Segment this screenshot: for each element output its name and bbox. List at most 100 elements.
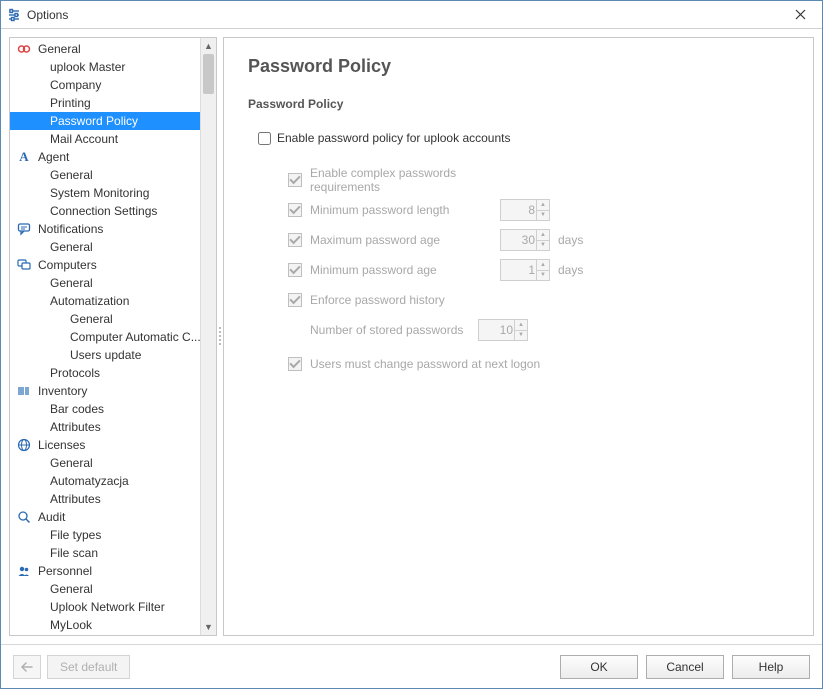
- tree-node-agent-general[interactable]: General: [10, 166, 200, 184]
- tree-label: Users update: [70, 348, 141, 362]
- tree-label: Attributes: [50, 492, 101, 506]
- tree-node-connection-settings[interactable]: Connection Settings: [10, 202, 200, 220]
- scroll-down-icon[interactable]: ▼: [201, 619, 216, 635]
- tree-node-licenses[interactable]: Licenses: [10, 436, 200, 454]
- tree-node-uplook-network-filter[interactable]: Uplook Network Filter: [10, 598, 200, 616]
- tree-label: Automatization: [50, 294, 129, 308]
- must-change-label: Users must change password at next logon: [310, 357, 540, 371]
- tree-node-personnel-general[interactable]: General: [10, 580, 200, 598]
- tree-label: General: [50, 168, 93, 182]
- tree-label: uplook Master: [50, 60, 125, 74]
- tree-node-mail-account[interactable]: Mail Account: [10, 130, 200, 148]
- stored-passwords-stepper: 10 ▲▼: [478, 319, 528, 341]
- tree-node-bar-codes[interactable]: Bar codes: [10, 400, 200, 418]
- tree-node-computers[interactable]: Computers: [10, 256, 200, 274]
- tree-scrollbar[interactable]: ▲ ▼: [200, 38, 216, 635]
- help-button[interactable]: Help: [732, 655, 810, 679]
- tree-node-licenses-general[interactable]: General: [10, 454, 200, 472]
- tree-node-password-policy[interactable]: Password Policy: [10, 112, 200, 130]
- ok-button[interactable]: OK: [560, 655, 638, 679]
- options-window: Options General uplook Master Company Pr…: [0, 0, 823, 689]
- tree-label: File scan: [50, 546, 98, 560]
- tree-node-automatization[interactable]: Automatization: [10, 292, 200, 310]
- tree-node-computer-automatic[interactable]: Computer Automatic C...: [10, 328, 200, 346]
- tree-label: File types: [50, 528, 101, 542]
- people-icon: [16, 563, 32, 579]
- tree-node-system-monitoring[interactable]: System Monitoring: [10, 184, 200, 202]
- checkbox-disabled-icon: [288, 173, 302, 187]
- min-age-value: 1: [528, 263, 535, 277]
- min-age-label: Minimum password age: [310, 263, 500, 277]
- checkbox-disabled-icon: [288, 293, 302, 307]
- tree-node-file-scan[interactable]: File scan: [10, 544, 200, 562]
- tree-label: Licenses: [38, 438, 85, 452]
- spinner-icon: ▲▼: [514, 320, 527, 340]
- tree-node-audit[interactable]: Audit: [10, 508, 200, 526]
- scroll-thumb[interactable]: [203, 54, 214, 94]
- window-title: Options: [27, 8, 68, 22]
- min-length-stepper: 8 ▲▼: [500, 199, 550, 221]
- tree-node-protocols[interactable]: Protocols: [10, 364, 200, 382]
- tree-label: Mail Account: [50, 132, 118, 146]
- globe-icon: [16, 437, 32, 453]
- enable-policy-input[interactable]: [258, 132, 271, 145]
- tree-node-inventory[interactable]: Inventory: [10, 382, 200, 400]
- cancel-button[interactable]: Cancel: [646, 655, 724, 679]
- tree-node-inventory-attributes[interactable]: Attributes: [10, 418, 200, 436]
- complex-passwords-row: Enable complex passwords requirements: [288, 165, 789, 195]
- tree-node-automatyzacja[interactable]: Automatyzacja: [10, 472, 200, 490]
- tree-node-file-types[interactable]: File types: [10, 526, 200, 544]
- tree-label: Attributes: [50, 420, 101, 434]
- tree-node-personnel[interactable]: Personnel: [10, 562, 200, 580]
- tree-node-auto-general[interactable]: General: [10, 310, 200, 328]
- tree-node-notifications[interactable]: Notifications: [10, 220, 200, 238]
- tree-node-users-update[interactable]: Users update: [10, 346, 200, 364]
- scroll-up-icon[interactable]: ▲: [201, 38, 216, 54]
- tree-label: General: [50, 582, 93, 596]
- tree-label: Bar codes: [50, 402, 104, 416]
- tree-node-licenses-attributes[interactable]: Attributes: [10, 490, 200, 508]
- checkbox-disabled-icon: [288, 263, 302, 277]
- tree-scroll[interactable]: General uplook Master Company Printing P…: [10, 38, 216, 635]
- close-icon[interactable]: [784, 4, 816, 26]
- tree-label: Company: [50, 78, 101, 92]
- enable-policy-checkbox[interactable]: Enable password policy for uplook accoun…: [258, 131, 789, 145]
- checkbox-disabled-icon: [288, 233, 302, 247]
- chat-icon: [16, 221, 32, 237]
- tree-label: Uplook Network Filter: [50, 600, 165, 614]
- checkbox-disabled-icon: [288, 203, 302, 217]
- stored-passwords-row: Number of stored passwords 10 ▲▼: [288, 315, 789, 345]
- tree-node-printing[interactable]: Printing: [10, 94, 200, 112]
- tree-label: Computers: [38, 258, 97, 272]
- tree-node-company[interactable]: Company: [10, 76, 200, 94]
- tree-label: Automatyzacja: [50, 474, 129, 488]
- stored-passwords-label: Number of stored passwords: [310, 323, 478, 337]
- section-label: Password Policy: [248, 97, 789, 111]
- policy-options-group: Enable complex passwords requirements Mi…: [288, 165, 789, 379]
- gear-icon: [16, 41, 32, 57]
- max-age-stepper: 30 ▲▼: [500, 229, 550, 251]
- stored-passwords-value: 10: [500, 323, 513, 337]
- max-age-value: 30: [522, 233, 535, 247]
- tree-node-general[interactable]: General: [10, 40, 200, 58]
- spinner-icon: ▲▼: [536, 200, 549, 220]
- min-length-row: Minimum password length 8 ▲▼: [288, 195, 789, 225]
- tree-label: Connection Settings: [50, 204, 157, 218]
- barcode-icon: [16, 383, 32, 399]
- spinner-icon: ▲▼: [536, 230, 549, 250]
- tree-node-computers-general[interactable]: General: [10, 274, 200, 292]
- min-length-value: 8: [528, 203, 535, 217]
- tree-node-notifications-general[interactable]: General: [10, 238, 200, 256]
- tree-label: Inventory: [38, 384, 87, 398]
- tree-node-uplook-master[interactable]: uplook Master: [10, 58, 200, 76]
- spinner-icon: ▲▼: [536, 260, 549, 280]
- max-age-label: Maximum password age: [310, 233, 500, 247]
- max-age-unit: days: [558, 233, 583, 247]
- tree-label: Printing: [50, 96, 91, 110]
- tree-node-agent[interactable]: A Agent: [10, 148, 200, 166]
- tree-label: General: [38, 42, 81, 56]
- max-age-row: Maximum password age 30 ▲▼ days: [288, 225, 789, 255]
- tree-label: General: [50, 456, 93, 470]
- main-panel: Password Policy Password Policy Enable p…: [223, 37, 814, 636]
- tree-node-mylook[interactable]: MyLook: [10, 616, 200, 634]
